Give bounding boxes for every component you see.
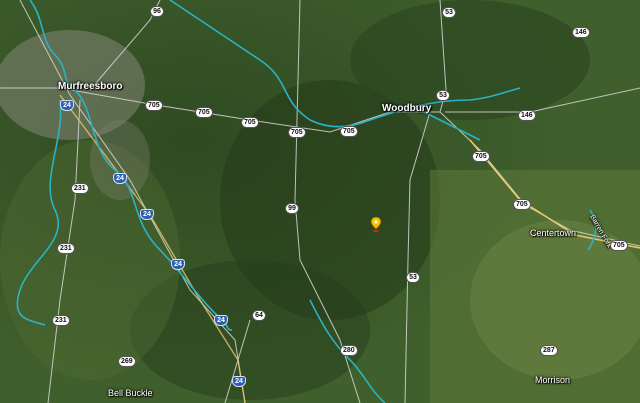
interstate-shield-24[interactable]: 24 bbox=[140, 209, 154, 220]
route-shield-146[interactable]: 146 bbox=[572, 27, 590, 38]
route-shield-96[interactable]: 96 bbox=[150, 6, 164, 17]
map-pin-icon[interactable] bbox=[370, 217, 382, 233]
place-bell-buckle[interactable]: Bell Buckle bbox=[108, 389, 153, 398]
route-shield-99[interactable]: 99 bbox=[285, 203, 299, 214]
satellite-map[interactable]: Murfreesboro Woodbury Centertown Bell Bu… bbox=[0, 0, 640, 403]
route-shield-231[interactable]: 231 bbox=[57, 243, 75, 254]
route-shield-287[interactable]: 287 bbox=[540, 345, 558, 356]
route-shield-53[interactable]: 53 bbox=[436, 90, 450, 101]
place-woodbury[interactable]: Woodbury bbox=[382, 104, 431, 114]
route-shield-705[interactable]: 705 bbox=[288, 127, 306, 138]
route-shield-280[interactable]: 280 bbox=[340, 345, 358, 356]
interstate-shield-24[interactable]: 24 bbox=[214, 315, 228, 326]
route-shield-705[interactable]: 705 bbox=[145, 100, 163, 111]
interstate-shield-24[interactable]: 24 bbox=[232, 376, 246, 387]
route-shield-705[interactable]: 705 bbox=[195, 107, 213, 118]
place-morrison[interactable]: Morrison bbox=[535, 376, 570, 385]
route-shield-53[interactable]: 53 bbox=[442, 7, 456, 18]
route-shield-53[interactable]: 53 bbox=[406, 272, 420, 283]
interstate-shield-24[interactable]: 24 bbox=[113, 173, 127, 184]
route-shield-269[interactable]: 269 bbox=[118, 356, 136, 367]
place-murfreesboro[interactable]: Murfreesboro bbox=[58, 82, 122, 92]
route-shield-231[interactable]: 231 bbox=[52, 315, 70, 326]
route-shield-705[interactable]: 705 bbox=[340, 126, 358, 137]
route-shield-705[interactable]: 705 bbox=[610, 240, 628, 251]
route-shield-231[interactable]: 231 bbox=[71, 183, 89, 194]
route-shield-705[interactable]: 705 bbox=[472, 151, 490, 162]
interstate-shield-24[interactable]: 24 bbox=[60, 100, 74, 111]
route-shield-146[interactable]: 146 bbox=[518, 110, 536, 121]
route-shield-64[interactable]: 64 bbox=[252, 310, 266, 321]
interstate-shield-24[interactable]: 24 bbox=[171, 259, 185, 270]
route-shield-705[interactable]: 705 bbox=[241, 117, 259, 128]
place-centertown[interactable]: Centertown bbox=[530, 229, 576, 238]
route-shield-705[interactable]: 705 bbox=[513, 199, 531, 210]
terrain-layer bbox=[0, 0, 640, 403]
